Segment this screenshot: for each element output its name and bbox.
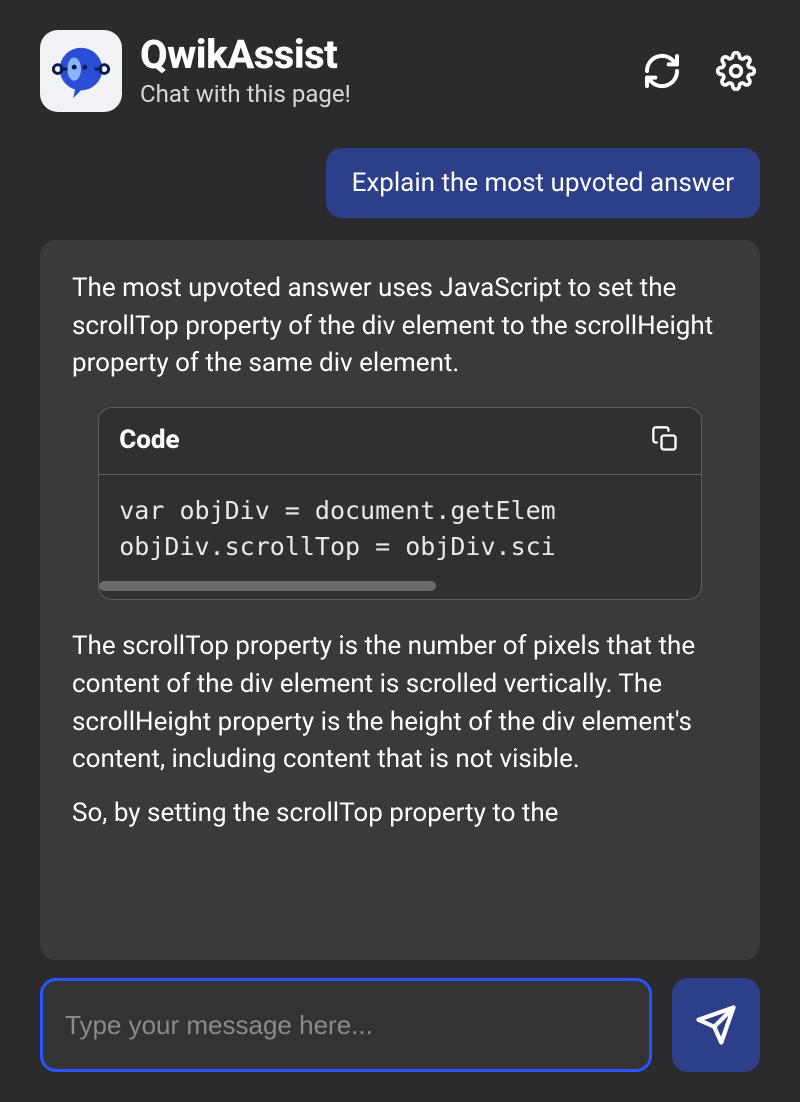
app-title: QwikAssist [140,34,620,76]
app-subtitle: Chat with this page! [140,80,620,108]
assistant-para: The scrollTop property is the number of … [72,628,728,779]
assistant-para: The most upvoted answer uses JavaScript … [72,270,728,383]
message-input[interactable] [40,978,652,1072]
chat-area: Explain the most upvoted answer The most… [40,148,760,960]
code-body[interactable]: var objDiv = document.getElem objDiv.scr… [99,475,701,576]
code-label: Code [119,422,179,460]
code-horizontal-scrollbar[interactable] [99,579,701,591]
header: QwikAssist Chat with this page! [40,30,760,112]
refresh-button[interactable] [638,47,686,95]
code-line: objDiv.scrollTop = objDiv.sci [119,532,556,561]
code-header: Code [99,408,701,475]
scrollbar-thumb[interactable] [99,581,436,591]
input-row [40,978,760,1072]
gear-icon [716,51,756,91]
user-message-bubble: Explain the most upvoted answer [326,148,760,218]
refresh-icon [642,51,682,91]
assistant-para: So, by setting the scrollTop property to… [72,795,728,833]
copy-code-button[interactable] [649,423,681,458]
header-actions [638,47,760,95]
send-button[interactable] [672,978,760,1072]
assistant-message-bubble: The most upvoted answer uses JavaScript … [40,240,760,960]
settings-button[interactable] [712,47,760,95]
app-logo [40,30,122,112]
code-block: Code var objDiv = document.getElem objDi… [98,407,702,600]
chat-bot-icon [50,40,112,102]
code-line: var objDiv = document.getElem [119,496,556,525]
copy-icon [651,425,679,453]
title-block: QwikAssist Chat with this page! [140,34,620,108]
send-icon [695,1004,737,1046]
